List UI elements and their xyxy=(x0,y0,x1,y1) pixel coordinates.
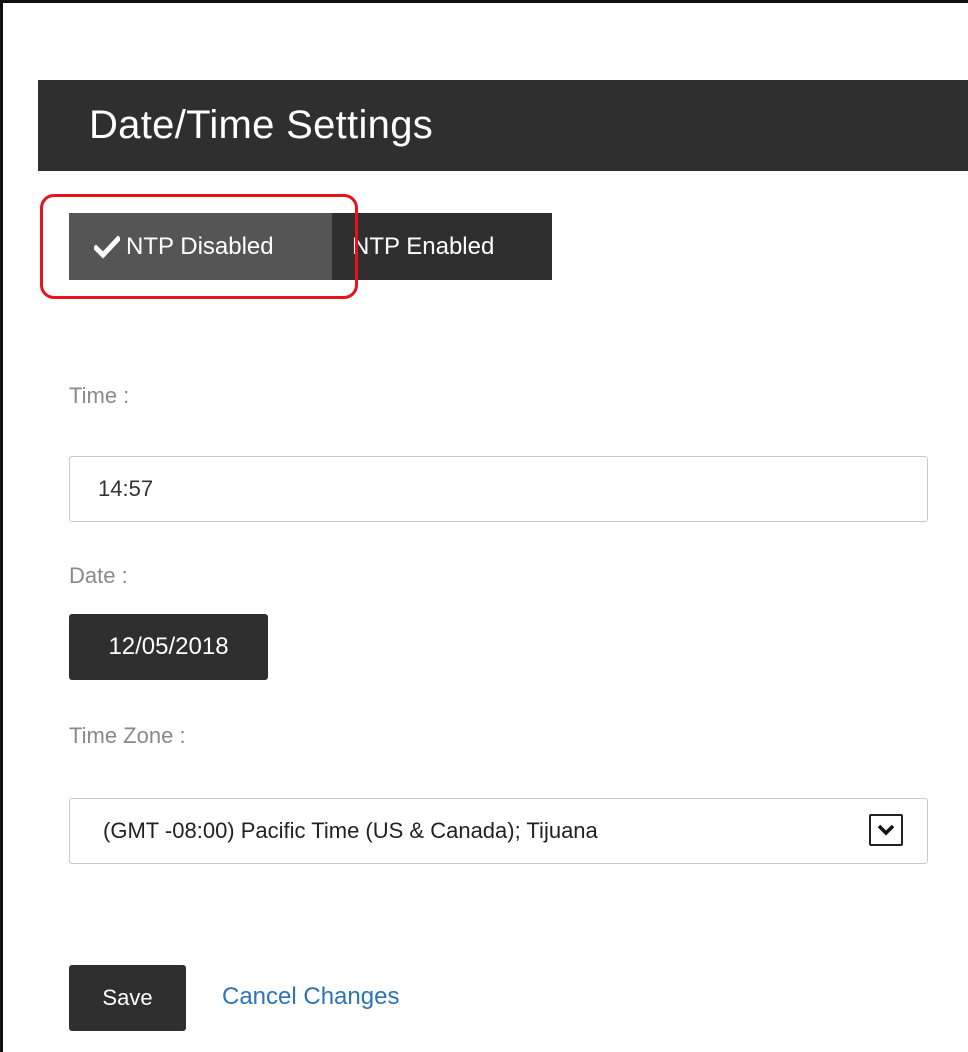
time-zone-select[interactable]: (GMT -08:00) Pacific Time (US & Canada);… xyxy=(69,798,928,864)
ntp-enabled-label: NTP Enabled xyxy=(352,232,495,260)
time-zone-value: (GMT -08:00) Pacific Time (US & Canada);… xyxy=(103,818,598,843)
date-value: 12/05/2018 xyxy=(108,633,229,660)
time-input[interactable]: 14:57 xyxy=(69,456,928,522)
time-zone-label: Time Zone : xyxy=(69,723,186,748)
time-value: 14:57 xyxy=(98,476,154,501)
chevron-down-icon[interactable] xyxy=(869,814,903,846)
ntp-toggle-group: NTP Disabled NTP Enabled xyxy=(69,213,552,280)
save-label: Save xyxy=(102,985,153,1010)
settings-panel: Date/Time Settings NTP Disabled NTP Enab… xyxy=(0,0,968,1052)
date-label: Date : xyxy=(69,563,128,588)
ntp-enabled-button[interactable]: NTP Enabled xyxy=(332,213,552,280)
date-picker-button[interactable]: 12/05/2018 xyxy=(69,614,268,680)
time-label: Time : xyxy=(69,383,130,408)
ntp-disabled-label: NTP Disabled xyxy=(126,232,274,260)
cancel-changes-link[interactable]: Cancel Changes xyxy=(222,983,399,1011)
save-button[interactable]: Save xyxy=(69,965,186,1031)
ntp-disabled-button[interactable]: NTP Disabled xyxy=(69,213,332,280)
page-title: Date/Time Settings xyxy=(89,103,434,147)
page-title-bar: Date/Time Settings xyxy=(38,80,968,171)
checkmark-icon xyxy=(92,234,122,259)
